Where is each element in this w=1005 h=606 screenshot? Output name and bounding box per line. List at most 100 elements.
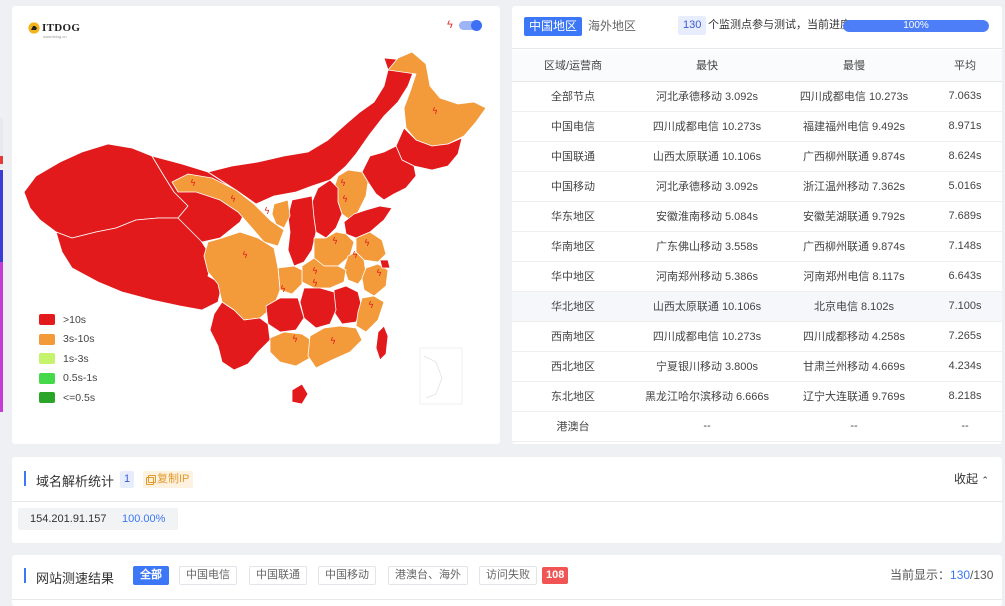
- copy-ip-button[interactable]: 复制IP: [143, 471, 194, 488]
- svg-text:ϟ: ϟ: [432, 107, 438, 117]
- legend-item[interactable]: >10s: [39, 310, 97, 330]
- table-cell: 华北地区: [512, 291, 634, 322]
- tab-china[interactable]: 中国地区: [524, 17, 583, 36]
- svg-text:ϟ: ϟ: [230, 195, 236, 205]
- table-cell: 河南郑州电信 8.117s: [780, 261, 928, 292]
- legend-label: 1s-3s: [63, 352, 89, 365]
- legend-item[interactable]: 1s-3s: [39, 349, 97, 369]
- table-cell: 6.643s: [928, 261, 1002, 292]
- display-count: 当前显示：130/130: [890, 568, 994, 582]
- legend-swatch: [39, 333, 55, 345]
- filter-unicom[interactable]: 中国联通: [249, 566, 307, 585]
- region-shanxi: [311, 179, 343, 239]
- table-row[interactable]: 华东地区 安徽淮南移动 5.084s 安徽芜湖联通 9.792s 7.689s: [512, 201, 1002, 232]
- table-cell: 华东地区: [512, 201, 634, 232]
- progress-label: 个监测点参与测试，当前进度:: [708, 19, 855, 31]
- table-cell: 西北地区: [512, 351, 634, 382]
- table-cell: 华中地区: [512, 261, 634, 292]
- legend-label: 0.5s-1s: [63, 372, 98, 385]
- dns-ip-entry[interactable]: 154.201.91.157 100.00%: [18, 508, 178, 530]
- dns-resolution-panel: 域名解析统计 1 复制IP 收起 ⌃ 154.201.91.157 100.00…: [12, 457, 1002, 543]
- legend-swatch: [39, 353, 55, 365]
- table-cell: 全部节点: [512, 81, 634, 112]
- left-edge-strip: [0, 118, 3, 438]
- table-row[interactable]: 华南地区 广东佛山移动 3.558s 广西柳州联通 9.874s 7.148s: [512, 231, 1002, 262]
- table-cell: 7.063s: [928, 81, 1002, 112]
- table-cell: 广西柳州联通 9.874s: [780, 231, 928, 262]
- column-header: 最快: [634, 50, 780, 82]
- table-row[interactable]: 华北地区 山西太原联通 10.106s 北京电信 8.102s 7.100s: [512, 291, 1002, 322]
- table-cell: 北京电信 8.102s: [780, 291, 928, 322]
- region-shaanxi: [287, 195, 317, 267]
- table-cell: 5.016s: [928, 171, 1002, 202]
- results-title: 网站测速结果: [36, 571, 115, 586]
- column-header: 平均: [928, 50, 1002, 82]
- svg-text:ϟ: ϟ: [414, 147, 420, 157]
- test-progress-bar: 100%: [843, 20, 989, 32]
- filter-failed[interactable]: 访问失败: [479, 566, 537, 585]
- table-cell: 四川成都移动 4.258s: [780, 321, 928, 352]
- svg-text:ϟ: ϟ: [332, 237, 338, 247]
- map-marker-toggle[interactable]: [459, 20, 482, 31]
- table-row[interactable]: 中国移动 河北承德移动 3.092s 浙江温州移动 7.362s 5.016s: [512, 171, 1002, 202]
- legend-swatch: [39, 372, 55, 384]
- table-cell: 浙江温州移动 7.362s: [780, 171, 928, 202]
- tab-overseas[interactable]: 海外地区: [588, 17, 636, 36]
- svg-text:ϟ: ϟ: [352, 251, 358, 261]
- svg-text:ϟ: ϟ: [292, 335, 298, 345]
- dns-count-badge: 1: [120, 471, 135, 488]
- svg-text:ϟ: ϟ: [340, 179, 346, 189]
- filter-mobile[interactable]: 中国移动: [318, 566, 376, 585]
- speed-results-panel: 网站测速结果 全部 中国电信 中国联通 中国移动 港澳台、海外 访问失败 108…: [12, 555, 1002, 606]
- svg-text:ϟ: ϟ: [376, 269, 382, 279]
- table-row[interactable]: 华中地区 河南郑州移动 5.386s 河南郑州电信 8.117s 6.643s: [512, 261, 1002, 292]
- ip-percent: 100.00%: [122, 513, 166, 525]
- legend-swatch: [39, 314, 55, 326]
- table-cell: 西南地区: [512, 321, 634, 352]
- table-row[interactable]: 中国联通 山西太原联通 10.106s 广西柳州联通 9.874s 8.624s: [512, 141, 1002, 172]
- legend-label: <=0.5s: [63, 391, 96, 404]
- region-guangdong: [307, 325, 363, 369]
- region-guizhou: [265, 297, 305, 333]
- column-header: 最慢: [780, 50, 928, 82]
- table-cell: 甘肃兰州移动 4.669s: [780, 351, 928, 382]
- filter-hmt-overseas[interactable]: 港澳台、海外: [388, 566, 468, 585]
- table-cell: 广东佛山移动 3.558s: [634, 231, 780, 262]
- region-zhejiang: [361, 263, 389, 297]
- table-cell: 8.971s: [928, 111, 1002, 142]
- legend-item[interactable]: 0.5s-1s: [39, 369, 97, 389]
- node-count-badge: 130: [678, 16, 707, 35]
- svg-text:ϟ: ϟ: [280, 285, 286, 295]
- table-cell: 福建福州电信 9.492s: [780, 111, 928, 142]
- legend-item[interactable]: <=0.5s: [39, 388, 97, 408]
- table-row[interactable]: 全部节点 河北承德移动 3.092s 四川成都电信 10.273s 7.063s: [512, 81, 1002, 112]
- table-cell: 广西柳州联通 9.874s: [780, 141, 928, 172]
- svg-text:ϟ: ϟ: [312, 279, 318, 289]
- table-cell: 7.100s: [928, 291, 1002, 322]
- legend-swatch: [39, 392, 55, 404]
- filter-telecom[interactable]: 中国电信: [179, 566, 237, 585]
- svg-text:ϟ: ϟ: [312, 267, 318, 277]
- collapse-button[interactable]: 收起 ⌃: [954, 471, 989, 489]
- section-accent-bar: [24, 568, 26, 583]
- dog-logo-icon: [28, 22, 40, 34]
- svg-text:ϟ: ϟ: [264, 207, 270, 217]
- logo-text: ITDOG: [42, 22, 81, 34]
- table-cell: 山西太原联通 10.106s: [634, 291, 780, 322]
- region-hunan: [299, 287, 337, 329]
- table-cell: 4.234s: [928, 351, 1002, 382]
- table-row[interactable]: 西北地区 宁夏银川移动 3.800s 甘肃兰州移动 4.669s 4.234s: [512, 351, 1002, 382]
- table-cell: --: [780, 411, 928, 442]
- table-cell: 8.624s: [928, 141, 1002, 172]
- table-row[interactable]: 西南地区 四川成都电信 10.273s 四川成都移动 4.258s 7.265s: [512, 321, 1002, 352]
- legend-item[interactable]: 3s-10s: [39, 330, 97, 350]
- bolt-icon: ϟ: [447, 19, 453, 31]
- table-row[interactable]: 中国电信 四川成都电信 10.273s 福建福州电信 9.492s 8.971s: [512, 111, 1002, 142]
- svg-text:ϟ: ϟ: [242, 251, 248, 261]
- table-row[interactable]: 东北地区 黑龙江哈尔滨移动 6.666s 辽宁大连联通 9.769s 8.218s: [512, 381, 1002, 412]
- south-sea-inset: [419, 347, 463, 405]
- table-cell: 河北承德移动 3.092s: [634, 81, 780, 112]
- table-cell: 中国联通: [512, 141, 634, 172]
- table-row[interactable]: 港澳台 -- -- --: [512, 411, 1002, 442]
- filter-all[interactable]: 全部: [133, 566, 169, 585]
